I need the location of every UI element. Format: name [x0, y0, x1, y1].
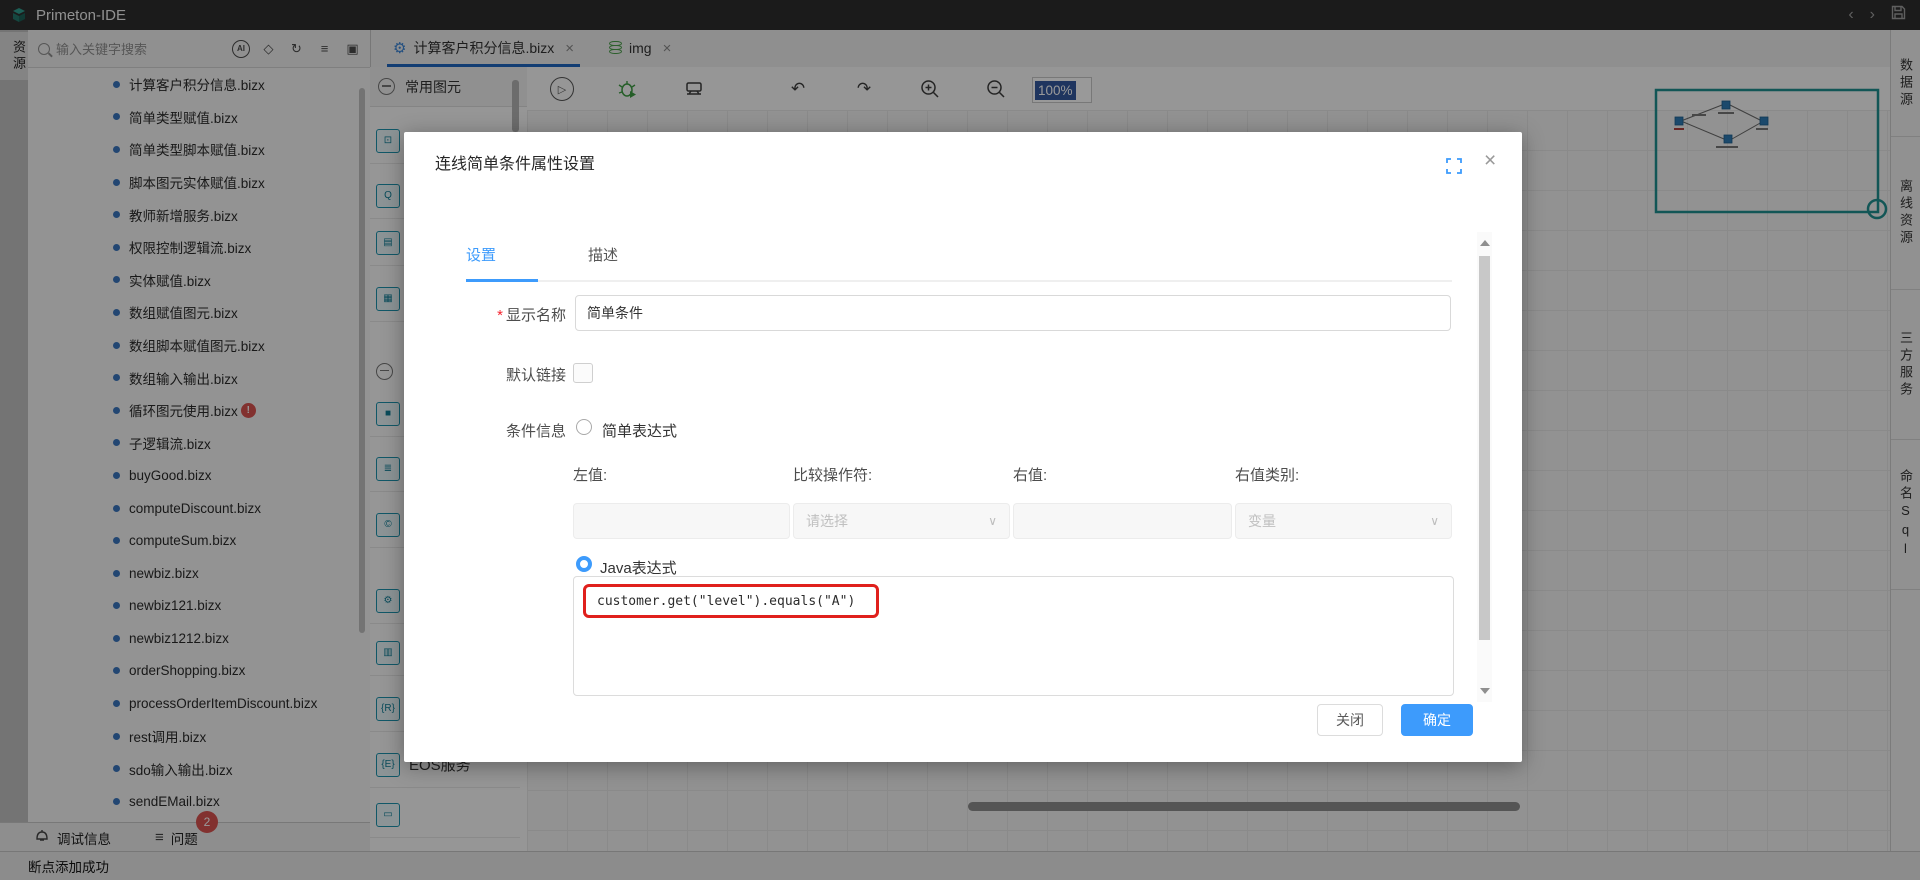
simple-expression-radio[interactable] — [576, 419, 592, 435]
java-expression-radio[interactable] — [576, 556, 592, 572]
tab-settings[interactable]: 设置 — [466, 244, 496, 265]
operator-select[interactable]: 请选择∨ — [793, 503, 1010, 539]
dialog-title: 连线简单条件属性设置 — [435, 150, 595, 174]
chevron-down-icon: ∨ — [1430, 514, 1439, 528]
dialog-scrollbar[interactable] — [1477, 232, 1492, 702]
right-value-input[interactable] — [1013, 503, 1232, 539]
left-value-header: 左值: — [573, 464, 607, 485]
default-link-label: 默认链接 — [470, 364, 566, 385]
tab-track — [466, 280, 1452, 282]
confirm-button[interactable]: 确定 — [1401, 704, 1473, 736]
java-expression-textarea[interactable]: customer.get("level").equals("A") — [573, 576, 1454, 696]
display-name-input[interactable] — [575, 295, 1451, 331]
annotation-highlight-box: customer.get("level").equals("A") — [583, 584, 879, 618]
condition-info-label: 条件信息 — [470, 420, 566, 441]
required-asterisk: * — [497, 307, 503, 324]
close-button[interactable]: 关闭 — [1317, 704, 1383, 736]
operator-header: 比较操作符: — [793, 464, 872, 485]
tab-description[interactable]: 描述 — [588, 244, 618, 265]
chevron-down-icon: ∨ — [988, 514, 997, 528]
display-name-label: *显示名称 — [470, 304, 566, 325]
java-expression-code: customer.get("level").equals("A") — [597, 594, 855, 609]
active-tab-indicator — [466, 279, 538, 282]
right-value-type-select[interactable]: 变量∨ — [1235, 503, 1452, 539]
line-condition-dialog: 连线简单条件属性设置 × 设置 描述 *显示名称 默认链接 条件信息 简单表达式… — [404, 132, 1522, 762]
java-expression-label: Java表达式 — [600, 557, 677, 578]
simple-expression-label: 简单表达式 — [602, 420, 677, 441]
scrollbar-thumb[interactable] — [1479, 256, 1490, 640]
scroll-down-icon[interactable] — [1480, 688, 1490, 694]
right-value-header: 右值: — [1013, 464, 1047, 485]
close-icon[interactable]: × — [1484, 150, 1496, 171]
primeton-ide-window: Primeton-IDE ‹ › 资源 输入关键字搜索 AI ◇ ↻ ≡ ▣ ⚙ — [0, 0, 1920, 880]
left-value-input[interactable] — [573, 503, 790, 539]
default-link-checkbox[interactable] — [573, 363, 593, 383]
fullscreen-icon[interactable] — [1446, 158, 1462, 174]
right-value-type-header: 右值类别: — [1235, 464, 1299, 485]
scroll-up-icon[interactable] — [1480, 240, 1490, 246]
